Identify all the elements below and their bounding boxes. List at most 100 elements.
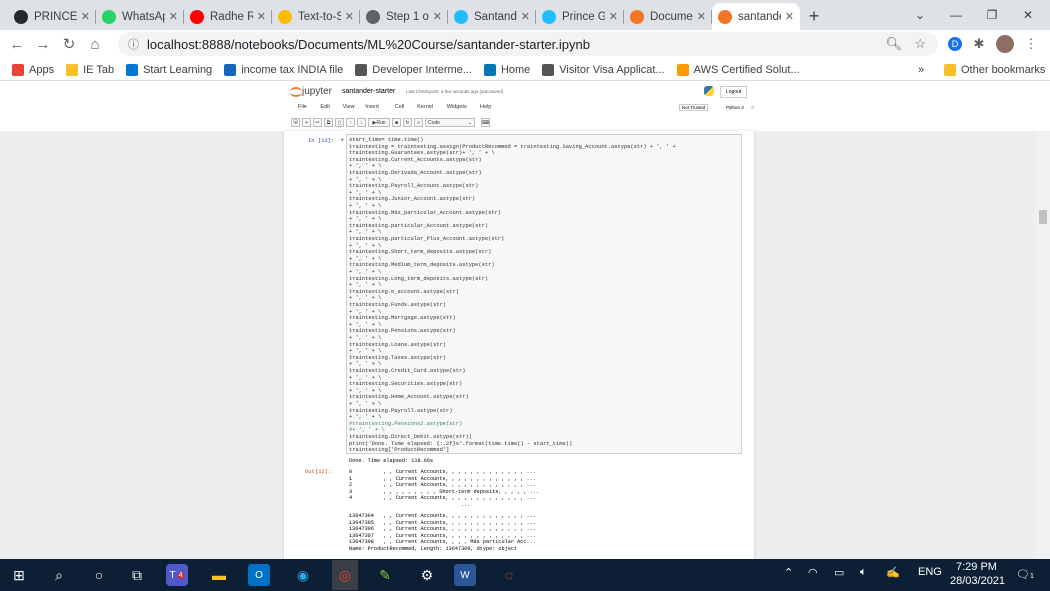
battery-icon[interactable]: ▭ xyxy=(834,566,844,579)
close-icon[interactable]: ✕ xyxy=(521,10,530,23)
logout-button[interactable]: Logout xyxy=(720,86,748,98)
windows-start-icon[interactable]: ⊞ xyxy=(6,562,32,588)
move-down-icon[interactable]: ↓ xyxy=(357,118,366,127)
close-icon[interactable]: ✕ xyxy=(697,10,706,23)
paste-icon[interactable]: ▯ xyxy=(335,118,344,127)
word-icon[interactable]: W xyxy=(454,564,476,586)
notebook-title[interactable]: santander-starter xyxy=(342,88,395,95)
interrupt-icon[interactable]: ■ xyxy=(392,118,401,127)
reload-button[interactable]: ↻ xyxy=(56,31,82,57)
scrollbar-thumb[interactable] xyxy=(1039,210,1047,224)
restore-button[interactable]: ❐ xyxy=(974,0,1010,30)
edge-icon[interactable]: ◉ xyxy=(290,562,316,588)
cut-icon[interactable]: ✂ xyxy=(313,118,322,127)
close-icon[interactable]: ✕ xyxy=(169,10,178,23)
browser-tab[interactable]: santande ✕ xyxy=(712,3,800,30)
browser-tab[interactable]: Text-to-S ✕ xyxy=(272,3,360,30)
close-icon[interactable]: ✕ xyxy=(609,10,618,23)
task-view-icon[interactable]: ⧉ xyxy=(124,562,150,588)
move-up-icon[interactable]: ↑ xyxy=(346,118,355,127)
menu-item[interactable]: Insert xyxy=(365,104,379,110)
back-button[interactable]: ← xyxy=(4,31,30,57)
outlook-icon[interactable]: O xyxy=(248,564,270,586)
wifi-icon[interactable]: ◠ xyxy=(808,566,818,579)
menu-item[interactable]: Cell xyxy=(395,104,404,110)
notification-icon[interactable]: 🗨︎1 xyxy=(1016,568,1034,581)
browser-tab[interactable]: Documen ✕ xyxy=(624,3,712,30)
scrollbar[interactable] xyxy=(1036,131,1050,559)
browser-tab[interactable]: Prince G ✕ xyxy=(536,3,624,30)
bookmark-item[interactable]: Visitor Visa Applicat... xyxy=(542,63,665,76)
other-bookmarks[interactable]: Other bookmarks xyxy=(944,63,1045,76)
new-tab-button[interactable]: + xyxy=(800,3,828,30)
close-icon[interactable]: ✕ xyxy=(257,10,266,23)
jupyter-logo-icon[interactable] xyxy=(290,87,302,97)
cortana-icon[interactable]: ○ xyxy=(86,562,112,588)
code-line: traintesting.particular_Plus_Account.ast… xyxy=(349,236,505,242)
menu-item[interactable]: Help xyxy=(480,104,491,110)
browser-tab[interactable]: Santande ✕ xyxy=(448,3,536,30)
chrome-menu-icon[interactable]: ⋮ xyxy=(1020,33,1042,55)
menu-item[interactable]: Widgets xyxy=(447,104,467,110)
copy-icon[interactable]: ⧉ xyxy=(324,118,333,127)
run-button[interactable]: ▶ Run xyxy=(368,118,390,127)
notepad-icon[interactable]: ✎ xyxy=(372,562,398,588)
menu-item[interactable]: File xyxy=(298,104,307,110)
search-icon[interactable]: ⌕ xyxy=(46,562,72,588)
volume-icon[interactable]: 🔈︎ xyxy=(860,566,867,579)
minimize-button[interactable]: — xyxy=(938,0,974,30)
close-icon[interactable]: ✕ xyxy=(433,10,442,23)
address-bar[interactable]: ⓘ localhost:8888/notebooks/Documents/ML%… xyxy=(118,32,938,56)
save-icon[interactable]: 🖫 xyxy=(291,118,300,127)
insert-cell-icon[interactable]: + xyxy=(302,118,311,127)
browser-tab[interactable]: Step 1 of ✕ xyxy=(360,3,448,30)
bookmark-item[interactable]: IE Tab xyxy=(66,63,114,76)
bookmark-item[interactable]: AWS Certified Solut... xyxy=(676,63,800,76)
close-icon[interactable]: ✕ xyxy=(345,10,354,23)
clock-date[interactable]: 28/03/2021 xyxy=(950,575,1005,587)
command-palette-icon[interactable]: ⌨ xyxy=(481,118,490,127)
language-indicator[interactable]: ENG xyxy=(918,566,942,578)
cell-type-select[interactable]: Code ⌄ xyxy=(425,118,475,127)
browser-tab[interactable]: Radhe Ra ✕ xyxy=(184,3,272,30)
browser-tab[interactable]: PRINCEM ✕ xyxy=(8,3,96,30)
menu-item[interactable]: View xyxy=(343,104,355,110)
chrome-taskbar-icon[interactable]: ◎ xyxy=(332,560,358,590)
restart-run-all-icon[interactable]: » xyxy=(414,118,423,127)
tab-search-icon[interactable]: ⌄ xyxy=(902,0,938,30)
restart-icon[interactable]: ↻ xyxy=(403,118,412,127)
teams-icon[interactable]: T4 xyxy=(166,564,188,586)
jupyter-logo-text[interactable]: jupyter xyxy=(302,86,332,97)
close-icon[interactable]: ✕ xyxy=(785,10,794,23)
bookmark-item[interactable]: Apps xyxy=(12,63,54,76)
pen-icon[interactable]: ✍ xyxy=(886,566,900,579)
avatar[interactable] xyxy=(994,33,1016,55)
youtube-icon xyxy=(190,9,204,24)
settings-gear-icon[interactable]: ⚙ xyxy=(414,562,440,588)
puzzle-icon[interactable]: ✱ xyxy=(968,33,990,55)
zoom-icon[interactable]: 🔍︎ xyxy=(885,36,902,52)
forward-button[interactable]: → xyxy=(30,31,56,57)
home-button[interactable]: ⌂ xyxy=(82,31,108,57)
close-window-button[interactable]: ✕ xyxy=(1010,0,1046,30)
close-icon[interactable]: ✕ xyxy=(81,10,90,23)
bookmark-item[interactable]: Developer Interme... xyxy=(355,63,472,76)
trusted-indicator[interactable]: Not Trusted xyxy=(679,104,709,111)
collapse-icon[interactable]: ▸ xyxy=(341,136,344,143)
browser-tab[interactable]: WhatsAp ✕ xyxy=(96,3,184,30)
bookmarks-more[interactable]: » xyxy=(918,64,924,76)
bookmark-item[interactable]: Home xyxy=(483,63,530,76)
info-icon[interactable]: ⓘ xyxy=(128,36,139,52)
menu-item[interactable]: Kernel xyxy=(417,104,433,110)
file-explorer-icon[interactable]: ▬ xyxy=(206,562,232,588)
bookmark-star-icon[interactable]: ☆ xyxy=(914,36,926,52)
code-line: traintesting.Más_particular_Account.asty… xyxy=(349,209,502,216)
bookmark-item[interactable]: Start Learning xyxy=(126,63,212,76)
menu-item[interactable]: Edit xyxy=(320,104,329,110)
show-hidden-icons-icon[interactable]: ⌃ xyxy=(784,566,793,579)
kernel-indicator[interactable]: Python 3 xyxy=(726,105,744,110)
extension-icon[interactable]: D xyxy=(944,33,966,55)
jupyter-taskbar-icon[interactable]: ◌ xyxy=(496,562,522,588)
clock-time[interactable]: 7:29 PM xyxy=(956,561,997,573)
bookmark-item[interactable]: income tax INDIA file xyxy=(224,63,343,76)
